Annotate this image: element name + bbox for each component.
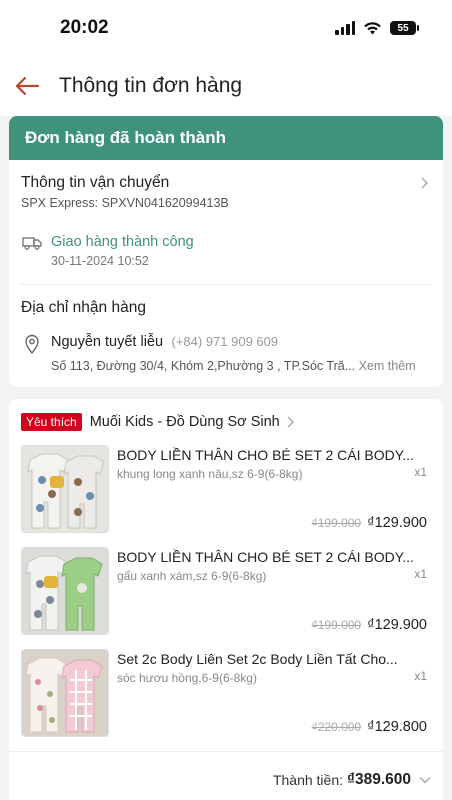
product-variant: gấu xanh xám,sz 6-9(6-8kg) [117,569,267,583]
address-title: Địa chỉ nhận hàng [21,299,146,316]
recipient-phone: (+84) 971 909 609 [171,334,279,349]
product-item[interactable]: BODY LIỀN THÂN CHO BÉ SET 2 CÁI BODY... … [9,439,443,541]
location-pin-icon [25,334,39,354]
product-price-row: ₫220.000 ₫129.800 [312,719,427,735]
recipient-name: Nguyễn tuyết liễu [51,334,164,350]
address-row: Nguyễn tuyết liễu (+84) 971 909 609 Số 1… [21,333,431,387]
product-name: BODY LIỀN THÂN CHO BÉ SET 2 CÁI BODY... [117,447,414,463]
battery-icon: 55 [390,21,419,35]
status-time: 20:02 [60,17,109,38]
product-original-price: ₫199.000 [311,618,362,632]
shop-name: Muối Kids - Đồ Dùng Sơ Sinh [89,414,280,430]
product-price-row: ₫199.000 ₫129.900 [312,515,427,531]
shop-header[interactable]: Yêu thích Muối Kids - Đồ Dùng Sơ Sinh [9,399,443,439]
delivery-date: 30-11-2024 10:52 [51,254,149,268]
shipping-info-section[interactable]: Thông tin vận chuyển SPX Express: SPXVN0… [9,160,443,285]
cellular-signal-icon [335,21,355,35]
product-original-price: ₫220.000 [311,720,362,734]
product-price-row: ₫199.000 ₫129.900 [312,617,427,633]
shop-card: Yêu thích Muối Kids - Đồ Dùng Sơ Sinh BO… [9,399,443,800]
status-icons: 55 [335,21,419,35]
chevron-down-icon [419,776,431,784]
product-thumbnail [21,547,109,635]
order-status-banner: Đơn hàng đã hoàn thành [9,116,443,160]
back-arrow-icon [15,76,40,96]
wifi-icon [364,22,381,35]
page-title: Thông tin đơn hàng [59,74,243,97]
product-price: ₫129.900 [367,617,427,633]
truck-icon [22,237,42,250]
product-thumbnail [21,649,109,737]
shipping-tracking-number: SPX Express: SPXVN04162099413B [21,196,229,210]
header: Thông tin đơn hàng [0,56,452,116]
delivery-status: Giao hàng thành công [51,234,194,250]
product-variant: khung long xanh nâu,sz 6-9(6-8kg) [117,467,303,481]
address-line: Số 113, Đường 30/4, Khóm 2,Phường 3 , TP… [51,359,416,373]
product-variant: sóc hươu hồng,6-9(6-8kg) [117,671,257,685]
shipping-info-title: Thông tin vận chuyển [21,174,170,191]
favorite-badge: Yêu thích [21,413,82,431]
order-total-row[interactable]: Thành tiền: ₫389.600 [9,751,443,800]
total-label: Thành tiền: [272,771,344,788]
chevron-right-icon [287,416,294,428]
product-info: BODY LIỀN THÂN CHO BÉ SET 2 CÁI BODY... … [117,547,431,639]
product-price: ₫129.900 [367,515,427,531]
order-info-card: Đơn hàng đã hoàn thành Thông tin vận chu… [9,116,443,387]
product-item[interactable]: Set 2c Body Liên Set 2c Body Liền Tất Ch… [9,643,443,745]
total-value: ₫389.600 [347,770,411,788]
status-bar: 20:02 55 [0,0,452,56]
back-button[interactable] [14,73,40,99]
product-quantity: x1 [414,669,427,683]
product-thumbnail [21,445,109,533]
product-price: ₫129.800 [367,719,427,735]
product-name: BODY LIỀN THÂN CHO BÉ SET 2 CÁI BODY... [117,549,414,565]
delivery-status-row: Giao hàng thành công 30-11-2024 10:52 [21,234,431,268]
address-section: Địa chỉ nhận hàng Nguyễn tuyết liễu (+84… [9,285,443,387]
product-original-price: ₫199.000 [311,516,362,530]
see-more-link[interactable]: Xem thêm [359,359,416,373]
product-info: BODY LIỀN THÂN CHO BÉ SET 2 CÁI BODY... … [117,445,431,537]
address-text: Số 113, Đường 30/4, Khóm 2,Phường 3 , TP… [51,359,356,373]
product-quantity: x1 [414,465,427,479]
product-info: Set 2c Body Liên Set 2c Body Liền Tất Ch… [117,649,431,741]
chevron-right-icon [421,177,429,189]
product-quantity: x1 [414,567,427,581]
product-name: Set 2c Body Liên Set 2c Body Liền Tất Ch… [117,651,398,667]
product-item[interactable]: BODY LIỀN THÂN CHO BÉ SET 2 CÁI BODY... … [9,541,443,643]
